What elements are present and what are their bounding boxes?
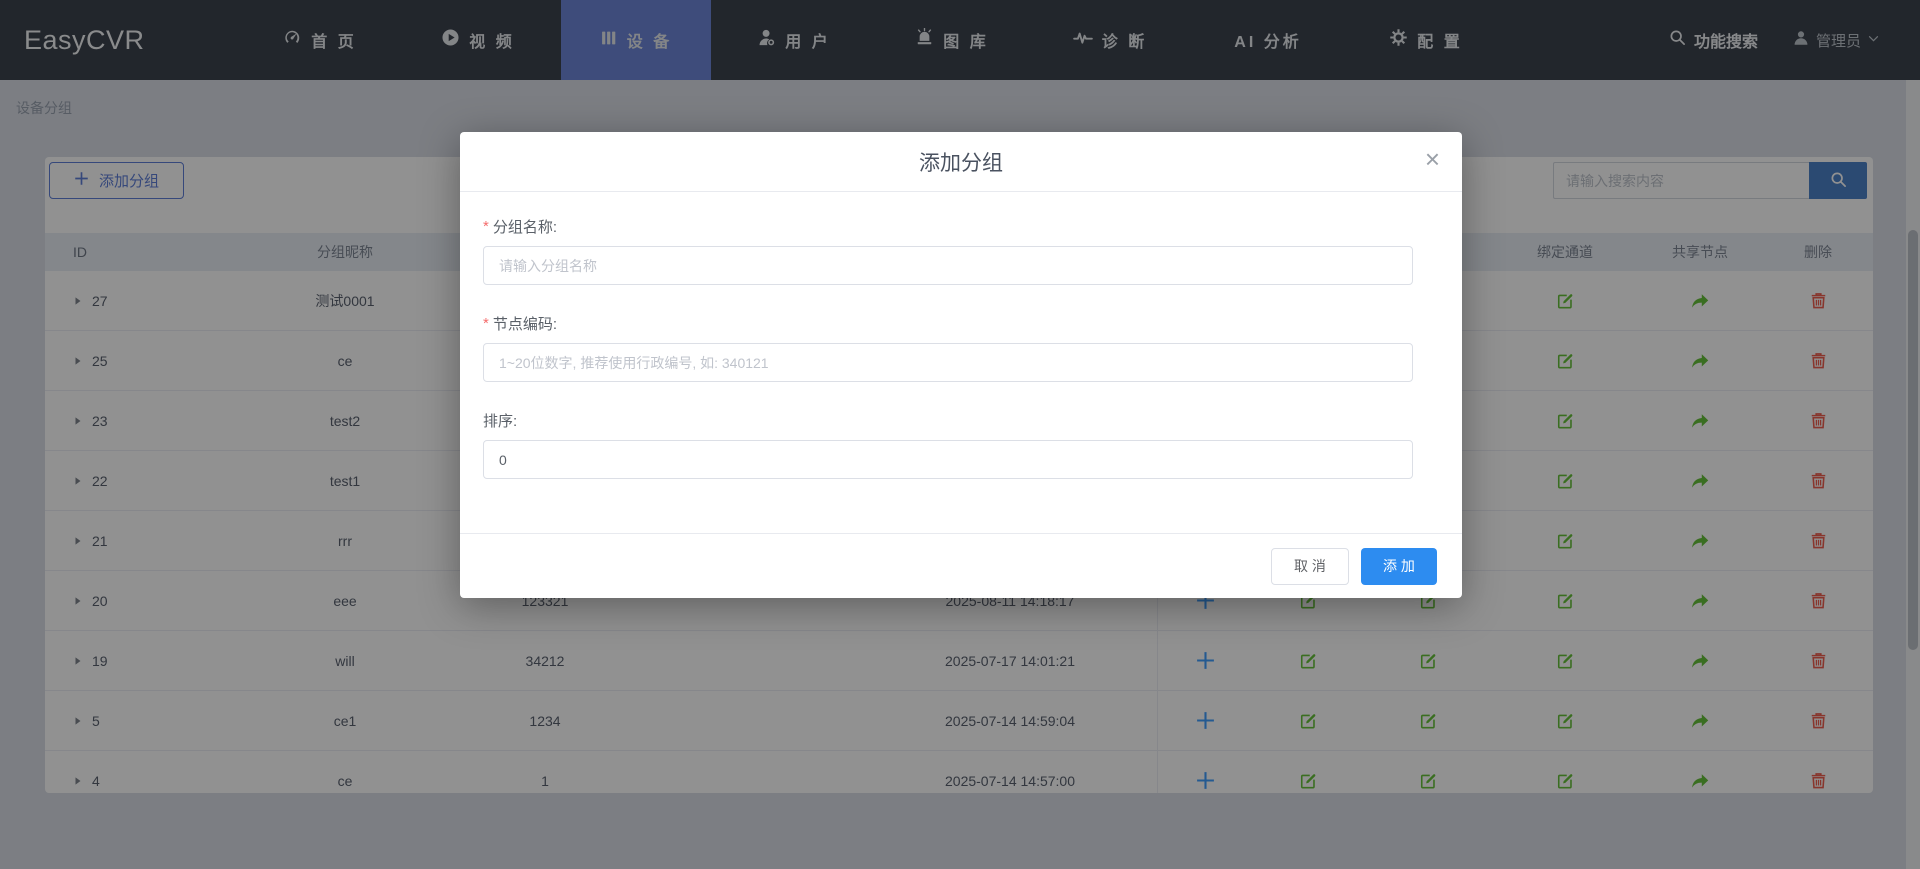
group-name-label: *分组名称:: [483, 216, 1437, 237]
sort-form-item: 排序:: [483, 410, 1437, 479]
sort-label: 排序:: [483, 410, 1437, 431]
modal-header: 添加分组 ×: [460, 132, 1462, 192]
modal-footer: 取 消 添 加: [460, 533, 1462, 598]
node-code-form-item: *节点编码:: [483, 313, 1437, 382]
required-asterisk: *: [483, 218, 489, 235]
modal-body: *分组名称: *节点编码: 排序:: [460, 192, 1462, 533]
add-group-modal: 添加分组 × *分组名称: *节点编码: 排序: 取 消 添 加: [460, 132, 1462, 598]
cancel-button[interactable]: 取 消: [1271, 548, 1349, 585]
node-code-label: *节点编码:: [483, 313, 1437, 334]
node-code-input[interactable]: [483, 343, 1413, 382]
sort-input[interactable]: [483, 440, 1413, 479]
group-name-input[interactable]: [483, 246, 1413, 285]
group-name-form-item: *分组名称:: [483, 216, 1437, 285]
modal-title: 添加分组: [919, 147, 1003, 177]
confirm-add-button[interactable]: 添 加: [1361, 548, 1437, 585]
close-icon[interactable]: ×: [1425, 146, 1440, 172]
required-asterisk: *: [483, 315, 489, 332]
